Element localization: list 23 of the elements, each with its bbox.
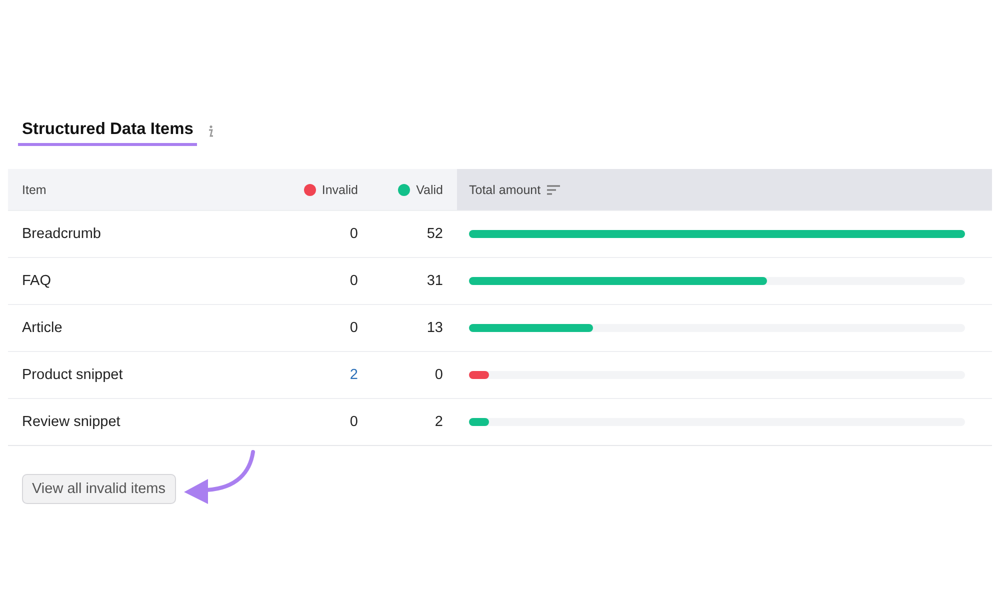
table-cell: 13: [426, 320, 443, 336]
column-header[interactable]: Valid: [416, 182, 443, 196]
table-cell: 0: [350, 414, 358, 430]
table-cell: 0: [350, 226, 358, 242]
table-cell: Review snippet: [22, 414, 120, 430]
info-icon[interactable]: [207, 124, 216, 138]
section-title: Structured Data Items: [18, 120, 198, 146]
table-cell: Article: [22, 320, 62, 336]
table-cell: 31: [426, 273, 443, 289]
table-cell: 52: [426, 226, 443, 242]
column-header[interactable]: Invalid: [322, 182, 358, 196]
table-cell: 0: [350, 273, 358, 289]
table-cell: 0: [350, 320, 358, 336]
table-cell: 2: [434, 414, 443, 430]
view-invalid-button[interactable]: View all invalid items: [22, 474, 176, 504]
table-cell: Breadcrumb: [22, 226, 101, 242]
table-cell: 0: [434, 367, 443, 383]
column-header[interactable]: Item: [22, 182, 46, 196]
sort-icon[interactable]: [546, 184, 560, 194]
column-header[interactable]: Total amount: [469, 182, 541, 196]
table-cell: FAQ: [22, 273, 52, 289]
table-cell: Product snippet: [22, 367, 123, 383]
count-link[interactable]: 2: [350, 367, 358, 383]
